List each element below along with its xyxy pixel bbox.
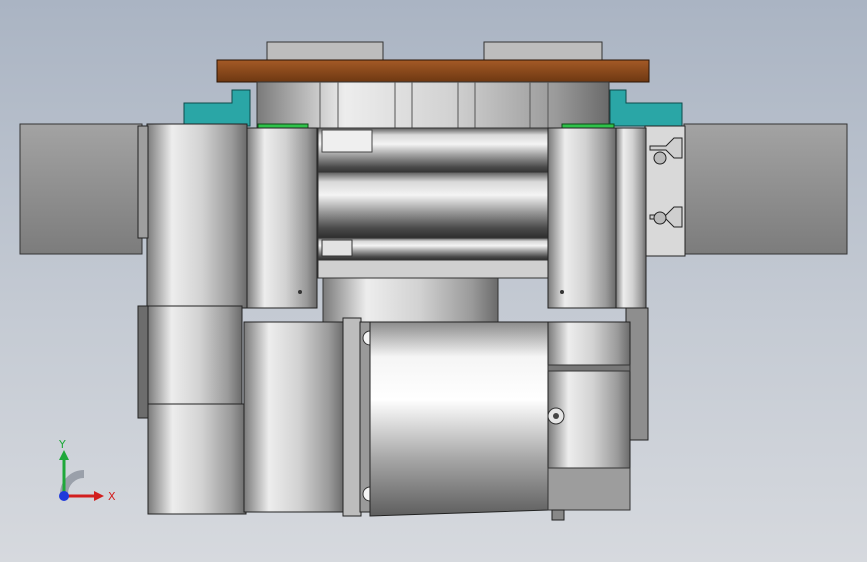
cad-assembly-view[interactable] (0, 0, 867, 562)
triad-arc (60, 470, 85, 495)
screw-nut (321, 239, 353, 257)
x-axis-label: X (108, 490, 116, 503)
lower-rail[interactable] (317, 237, 551, 261)
left-drum-inner[interactable] (246, 127, 318, 309)
upper-spacer-housing[interactable] (256, 81, 610, 129)
gear-housing[interactable] (322, 277, 499, 323)
right-drum-inner[interactable] (547, 127, 617, 309)
y-axis-label: Y (58, 438, 66, 451)
left-drum-outer[interactable] (146, 123, 248, 309)
left-motor-body[interactable] (147, 403, 247, 515)
rail-clamp (321, 129, 373, 153)
motor-cable-gland (551, 509, 565, 521)
left-side-block[interactable] (19, 123, 143, 255)
right-side-block[interactable] (683, 123, 848, 255)
left-drum-flange (137, 125, 149, 239)
motor-flange-block[interactable] (243, 321, 345, 513)
motor-end-lower (547, 467, 631, 511)
x-axis-arrowhead (94, 491, 104, 501)
drive-motor-body[interactable] (369, 321, 549, 517)
y-axis-arrowhead (59, 450, 69, 460)
mounting-plate[interactable] (216, 59, 650, 83)
left-teal-bracket[interactable] (183, 89, 251, 127)
motor-end-ridge (547, 364, 631, 372)
main-shaft[interactable] (317, 171, 551, 239)
lower-bar (317, 259, 551, 279)
motor-flange[interactable] (342, 317, 362, 517)
coordinate-triad: Y X (58, 438, 116, 503)
z-axis-indicator (59, 491, 69, 501)
left-gearbox[interactable] (147, 305, 243, 407)
right-drum-outer[interactable] (615, 127, 647, 309)
graphics-viewport[interactable]: Y X (0, 0, 867, 562)
right-teal-bracket[interactable] (609, 89, 683, 127)
